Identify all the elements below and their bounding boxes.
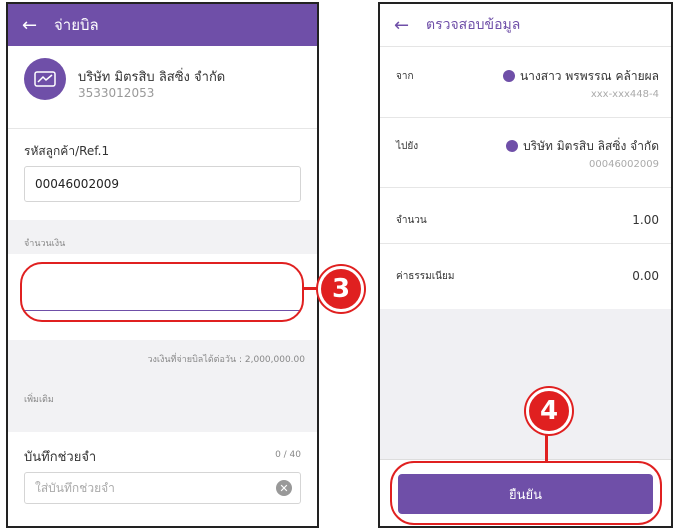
- memo-counter: 0 / 40: [275, 450, 301, 460]
- amount-value: 1.00: [632, 213, 659, 227]
- to-label: ไปยัง: [396, 141, 419, 152]
- back-arrow-icon[interactable]: ←: [394, 15, 416, 36]
- to-account: 00046002009: [589, 159, 659, 170]
- amount-section-label: จำนวนเงิน: [24, 239, 66, 249]
- extra-section-label: เพิ่มเติม: [24, 395, 54, 405]
- memo-input[interactable]: ใส่บันทึกช่วยจำ ✕: [24, 472, 301, 504]
- from-name: นางสาว พรพรรณ คล้ายผล: [519, 69, 659, 83]
- fee-label: ค่าธรรมเนียม: [396, 271, 455, 282]
- ref-value: 00046002009: [35, 177, 119, 191]
- daily-limit-text: วงเงินที่จ่ายบิลได้ต่อวัน : 2,000,000.00: [147, 355, 305, 365]
- profile-icon: [502, 70, 515, 82]
- chart-line-icon: [24, 58, 66, 100]
- step4-badge: 4: [526, 388, 572, 434]
- ref-label: รหัสลูกค้า/Ref.1: [24, 144, 110, 158]
- from-label: จาก: [396, 71, 414, 82]
- memo-placeholder: ใส่บันทึกช่วยจำ: [35, 480, 115, 495]
- chart-line-icon: [506, 140, 519, 152]
- memo-label: บันทึกช่วยจำ: [24, 450, 97, 465]
- header-bar: ← จ่ายบิล: [8, 4, 317, 46]
- step4-highlight: [390, 461, 662, 525]
- amount-limit-area: วงเงินที่จ่ายบิลได้ต่อวัน : 2,000,000.00…: [8, 340, 317, 432]
- header-bar: ← ตรวจสอบข้อมูล: [380, 4, 671, 47]
- back-arrow-icon[interactable]: ←: [22, 15, 44, 36]
- amount-section-header: จำนวนเงิน: [8, 220, 317, 254]
- biller-name: บริษัท มิตรสิบ ลิสซิ่ง จำกัด: [78, 70, 226, 85]
- page-title: จ่ายบิล: [54, 16, 99, 34]
- page-title: ตรวจสอบข้อมูล: [426, 17, 521, 33]
- from-account: xxx-xxx448-4: [590, 89, 659, 100]
- step3-badge: 3: [318, 266, 364, 312]
- clear-circle-icon[interactable]: ✕: [276, 480, 292, 496]
- review-details: จาก นางสาว พรพรรณ คล้ายผล xxx-xxx448-4 ไ…: [380, 47, 671, 309]
- amount-label: จำนวน: [396, 215, 427, 226]
- step3-highlight: [20, 262, 304, 322]
- review-screen: ← ตรวจสอบข้อมูล จาก นางสาว พรพรรณ คล้ายผ…: [378, 2, 673, 528]
- to-name: บริษัท มิตรสิบ ลิสซิ่ง จำกัด: [523, 139, 659, 153]
- biller-code: 3533012053: [78, 86, 155, 100]
- ref-input[interactable]: 00046002009: [24, 166, 301, 202]
- bill-payment-screen: ← จ่ายบิล บริษัท มิตรสิบ ลิสซิ่ง จำกัด 3…: [6, 2, 319, 528]
- fee-value: 0.00: [632, 269, 659, 283]
